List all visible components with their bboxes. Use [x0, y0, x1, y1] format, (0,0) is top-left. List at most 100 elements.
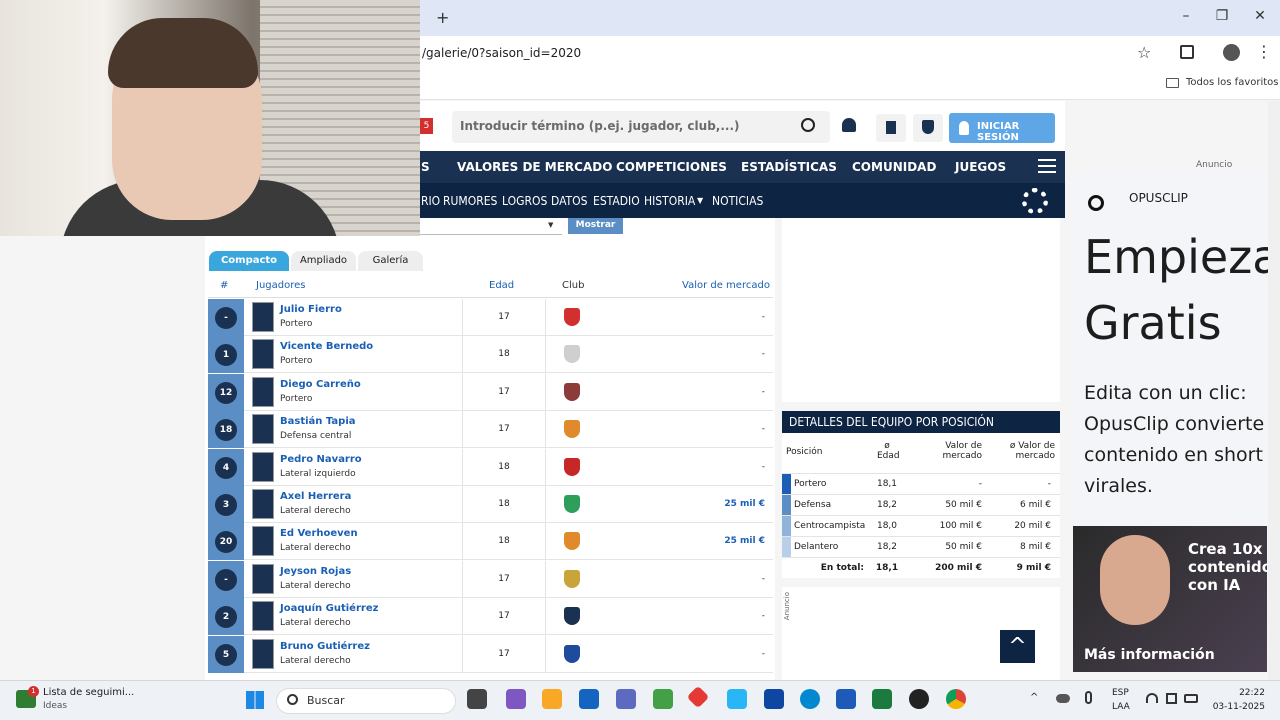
player-photo[interactable]	[252, 451, 274, 482]
col-market-value[interactable]: Valor de mercado	[682, 280, 770, 291]
player-name-link[interactable]: Jeyson Rojas	[280, 566, 351, 577]
gear-icon[interactable]	[1022, 188, 1048, 214]
word-icon[interactable]	[836, 689, 856, 709]
tab-extended[interactable]: Ampliado	[291, 251, 356, 271]
copilot-icon[interactable]	[506, 689, 526, 709]
all-bookmarks-link[interactable]: Todos los favoritos	[1186, 77, 1279, 88]
player-photo[interactable]	[252, 414, 274, 445]
user-search-icon[interactable]	[842, 118, 856, 132]
player-photo[interactable]	[252, 638, 274, 669]
nav-games[interactable]: JUEGOS	[955, 160, 1006, 174]
subnav-rumors[interactable]: RUMORES	[443, 194, 497, 208]
widget-title[interactable]: Lista de seguimi...	[43, 687, 134, 698]
player-name-link[interactable]: Julio Fierro	[280, 304, 342, 315]
player-photo[interactable]	[252, 526, 274, 557]
nav-community[interactable]: COMUNIDAD	[852, 160, 936, 174]
tab-gallery[interactable]: Galería	[358, 251, 423, 271]
close-icon[interactable]: ✕	[1250, 8, 1270, 24]
player-photo[interactable]	[252, 489, 274, 519]
col-number[interactable]: #	[220, 280, 228, 291]
club-crest-icon[interactable]	[564, 345, 580, 364]
col-age[interactable]: Edad	[489, 280, 514, 291]
cloud-icon[interactable]	[1056, 694, 1070, 703]
search-icon[interactable]	[801, 118, 815, 132]
clock-time[interactable]: 22:22	[1225, 688, 1265, 698]
subnav-history[interactable]: HISTORIA	[644, 194, 695, 208]
microphone-icon[interactable]	[1085, 691, 1092, 704]
subnav-achievements[interactable]: LOGROS	[502, 194, 547, 208]
search-input[interactable]: Introducir término (p.ej. jugador, club,…	[452, 111, 830, 143]
layout-indicator: LAA	[1112, 702, 1130, 712]
windows-start-icon[interactable]	[246, 691, 264, 709]
club-crest-icon[interactable]	[564, 308, 580, 326]
player-photo[interactable]	[252, 302, 274, 332]
ad-cta[interactable]: Más información	[1084, 647, 1215, 663]
player-photo[interactable]	[252, 339, 274, 370]
battery-icon[interactable]	[1184, 694, 1198, 703]
store-icon[interactable]	[579, 689, 599, 709]
ad-video-text: Crea 10x m contenido con IA	[1188, 540, 1280, 594]
edge-icon[interactable]	[800, 689, 820, 709]
outlook-icon[interactable]	[764, 689, 784, 709]
player-name-link[interactable]: Diego Carreño	[280, 379, 361, 390]
player-name-link[interactable]: Ed Verhoeven	[280, 528, 358, 539]
ad-body-line: Edita con un clic:	[1084, 382, 1247, 404]
nav-statistics[interactable]: ESTADÍSTICAS	[741, 160, 837, 174]
new-tab-button[interactable]: +	[436, 8, 449, 27]
player-name-link[interactable]: Axel Herrera	[280, 491, 351, 502]
task-view-icon[interactable]	[467, 689, 487, 709]
nav-market-values[interactable]: VALORES DE MERCADO	[457, 160, 612, 174]
subnav-data[interactable]: DATOS	[551, 194, 588, 208]
club-crest-icon[interactable]	[564, 532, 580, 551]
position-name: Portero	[794, 479, 827, 489]
season-select[interactable]	[420, 218, 562, 235]
club-crest-icon[interactable]	[564, 607, 580, 626]
python-icon[interactable]	[727, 689, 747, 709]
subnav-stadium[interactable]: ESTADIO	[593, 194, 640, 208]
player-photo[interactable]	[252, 563, 274, 594]
hamburger-menu-icon[interactable]	[1038, 159, 1056, 173]
file-explorer-icon[interactable]	[542, 689, 562, 709]
player-name-link[interactable]: Pedro Navarro	[280, 454, 362, 465]
club-crest-icon[interactable]	[564, 382, 580, 401]
menu-dots-icon[interactable]: ⋮	[1256, 42, 1272, 61]
player-market-value: -	[761, 349, 765, 360]
github-icon[interactable]	[909, 689, 929, 709]
club-crest-icon[interactable]	[564, 420, 580, 439]
player-name-link[interactable]: Joaquín Gutiérrez	[280, 603, 378, 614]
club-crest-icon[interactable]	[564, 495, 580, 513]
show-button[interactable]: Mostrar	[568, 218, 623, 234]
player-photo[interactable]	[252, 601, 274, 632]
speaker-icon[interactable]	[1166, 693, 1177, 704]
extensions-icon[interactable]	[1180, 45, 1194, 59]
excel-icon[interactable]	[872, 689, 892, 709]
wifi-icon[interactable]	[1146, 693, 1158, 703]
club-crest-icon[interactable]	[564, 457, 580, 476]
tab-compact[interactable]: Compacto	[209, 251, 289, 271]
profile-avatar[interactable]	[1223, 44, 1240, 61]
nav-competitions[interactable]: COMPETICIONES	[616, 160, 727, 174]
tray-chevron-icon[interactable]: ^	[1030, 692, 1038, 703]
subnav-truncated[interactable]: RIO	[421, 194, 440, 208]
player-photo[interactable]	[252, 376, 274, 407]
taskbar-search[interactable]	[276, 688, 456, 714]
star-icon[interactable]: ☆	[1137, 43, 1151, 62]
col-players[interactable]: Jugadores	[256, 280, 305, 291]
nav-item-truncated[interactable]: S	[421, 160, 430, 174]
scroll-top-button[interactable]: ^	[1000, 630, 1035, 663]
club-crest-icon[interactable]	[564, 569, 580, 588]
player-name-link[interactable]: Bruno Gutiérrez	[280, 641, 370, 652]
language-indicator[interactable]: ESP	[1112, 688, 1129, 698]
page-scrollbar[interactable]	[1268, 101, 1280, 680]
subnav-news[interactable]: NOTICIAS	[712, 194, 763, 208]
player-name-link[interactable]: Vicente Bernedo	[280, 341, 373, 352]
ad-body-line: OpusClip convierte	[1084, 413, 1265, 435]
club-crest-icon[interactable]	[564, 644, 580, 663]
app-icon[interactable]	[653, 689, 673, 709]
restore-icon[interactable]: ❐	[1212, 8, 1232, 24]
table-row: - Julio Fierro Portero 17 -	[208, 299, 773, 336]
player-name-link[interactable]: Bastián Tapia	[280, 416, 356, 427]
chrome-icon[interactable]	[946, 689, 966, 709]
minimize-icon[interactable]: –	[1176, 8, 1196, 24]
teams-icon[interactable]	[616, 689, 636, 709]
